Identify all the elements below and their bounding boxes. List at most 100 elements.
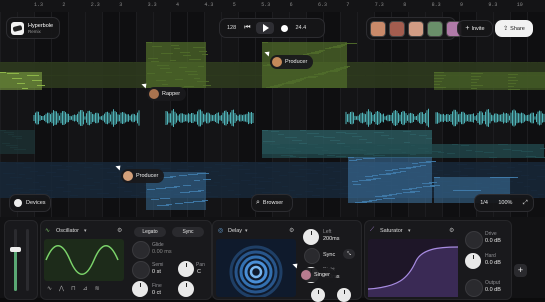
audio-clip[interactable] [0,130,35,154]
midi-note [430,62,436,63]
devices-button[interactable]: Devices [9,194,51,212]
chevron-down-icon[interactable]: ▾ [245,228,248,234]
drive-knob[interactable] [465,231,483,249]
midi-note [457,164,467,165]
midi-note [83,185,95,186]
project-name: Hyperbole [28,22,54,29]
midi-note [110,183,118,184]
gear-icon[interactable]: ⚙ [449,227,454,234]
sync-toggle[interactable]: Sync [172,227,204,237]
midi-note [352,136,362,137]
midi-note [383,198,395,199]
skip-back-icon[interactable]: ⏮ [244,24,250,32]
midi-note [325,185,337,186]
saturator-title[interactable]: Saturator [380,228,403,234]
quantize-display[interactable]: 1/4 [480,200,488,206]
project-card[interactable]: Hyperbole Remix [6,17,60,39]
record-button[interactable] [280,24,288,32]
collaborators-avatars[interactable] [366,17,462,40]
midi-note [299,157,307,158]
waveform-selector[interactable]: ∿ ⋀ ⊓ ⊿ ≋ [47,285,100,292]
midi-note [497,62,507,63]
midi-note [413,166,421,167]
midi-note [461,145,469,146]
midi-note [270,86,280,87]
fine-knob[interactable] [132,281,148,297]
sync-link-icon[interactable] [304,248,320,264]
delay-mix-knob[interactable] [337,288,351,302]
midi-clip[interactable] [434,72,545,90]
oscillator-title[interactable]: Oscillator [56,228,79,234]
arrangement-view[interactable] [0,12,545,217]
position-display: 24.4 [295,25,307,31]
midi-note [93,164,103,165]
play-button[interactable] [255,22,274,34]
volume-fader[interactable] [10,247,21,252]
project-subtitle: Remix [28,28,41,34]
noise-icon[interactable]: ≋ [95,285,100,292]
timeline-ruler[interactable]: 1.3 2 2.3 3 3.3 4 4.3 5 5.3 6 6.3 7 7.3 8 8.3 9 9.3 10 [0,0,545,12]
midi-note [437,62,443,63]
zoom-display[interactable]: 100% [498,200,512,206]
pan-label: Pan [196,262,205,268]
add-device-button[interactable]: + [514,264,527,277]
bpm-display[interactable]: 128 [227,25,236,31]
link-icon[interactable]: ⤡ [343,249,355,259]
gear-icon[interactable]: ⚙ [117,227,122,234]
midi-note [151,61,159,62]
midi-note [70,75,78,76]
midi-note [353,184,361,185]
saw-wave-icon[interactable]: ⊿ [83,285,88,292]
gear-icon[interactable]: ⚙ [289,227,294,234]
collaborator-avatar[interactable] [408,20,424,37]
midi-note [319,50,325,51]
sine-wave-icon[interactable]: ∿ [47,285,52,292]
midi-note [97,193,109,194]
chevron-down-icon[interactable]: ▾ [408,228,411,234]
legato-toggle[interactable]: Legato [134,227,166,237]
semi-knob[interactable] [132,261,150,279]
collaborator-avatar[interactable] [389,20,405,37]
invite-button[interactable]: + Invite [457,20,493,37]
glide-knob[interactable] [132,241,150,259]
midi-note [296,194,302,195]
midi-note [22,88,28,89]
midi-note [373,155,385,156]
midi-note [215,164,225,165]
midi-note [14,149,26,150]
pan-knob[interactable] [178,261,194,277]
midi-note [20,192,30,193]
midi-note [484,152,494,153]
square-wave-icon[interactable]: ⊓ [71,285,76,292]
collaborator-avatar[interactable] [370,20,386,37]
fit-icon[interactable]: ⤢ [523,200,528,207]
collaborator-avatar[interactable] [427,20,443,37]
midi-note [524,62,530,63]
midi-note [177,169,189,170]
delay-left-knob[interactable] [303,229,319,245]
chevron-down-icon[interactable]: ▾ [84,228,87,234]
output-knob[interactable] [465,279,483,297]
midi-note [258,163,266,164]
midi-note [117,75,125,76]
delay-sync-label[interactable]: Sync [323,252,335,258]
midi-note [90,189,102,190]
share-button[interactable]: ⇪ Share [495,20,533,37]
volume-panel [4,220,38,300]
midi-note [278,134,284,135]
detune-knob[interactable] [178,281,194,297]
triangle-wave-icon[interactable]: ⋀ [59,285,64,292]
midi-note [151,199,159,200]
audio-waveform-track[interactable] [0,103,545,133]
browser-button[interactable]: ⌕ Browser [251,194,293,212]
ruler-tick-label: 9 [460,2,464,8]
midi-note [508,77,516,78]
midi-note [275,182,281,183]
delay-feedback-knob[interactable] [311,288,325,302]
hard-knob[interactable] [465,253,481,269]
midi-note [416,187,422,188]
delay-title[interactable]: Delay [228,228,242,234]
midi-note [225,75,233,76]
midi-note [521,151,533,152]
ruler-tick-label: 1.3 [34,2,44,8]
